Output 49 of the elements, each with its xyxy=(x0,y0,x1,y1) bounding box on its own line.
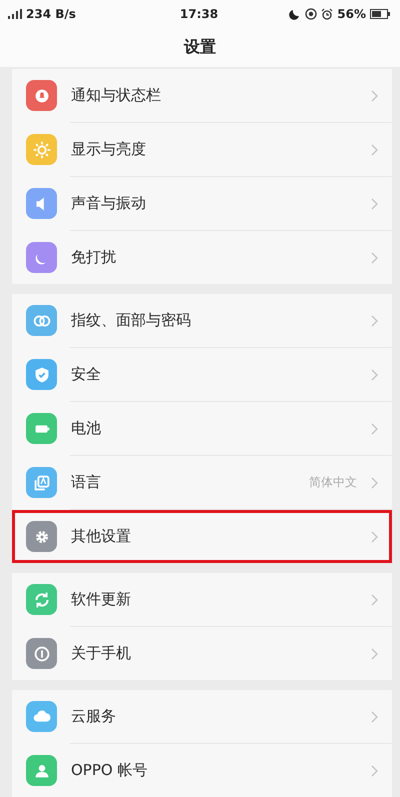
battery-percent: 56% xyxy=(337,6,366,21)
setting-label: 语言 xyxy=(71,473,102,492)
alarm-icon xyxy=(321,8,334,20)
settings-row[interactable]: 声音与振动 xyxy=(12,177,392,230)
signal-icon xyxy=(8,8,22,19)
highlighted-settings-row[interactable]: 其他设置 xyxy=(12,510,392,563)
setting-label: 显示与亮度 xyxy=(71,140,147,159)
clock-time: 17:38 xyxy=(180,6,218,21)
setting-label: 云服务 xyxy=(71,707,117,726)
chevron-icon xyxy=(371,476,378,488)
chevron-icon xyxy=(371,144,378,156)
settings-row[interactable]: 指纹、面部与密码 xyxy=(12,294,392,347)
chevron-icon xyxy=(371,368,378,380)
page-title: 设置 xyxy=(184,36,216,58)
setting-label: 安全 xyxy=(71,365,102,384)
battery-icon xyxy=(370,8,390,19)
setting-label: 免打扰 xyxy=(71,248,117,267)
settings-row[interactable]: 语言 简体中文 xyxy=(12,456,392,509)
settings-row[interactable]: 免打扰 xyxy=(12,231,392,284)
chevron-icon xyxy=(371,198,378,210)
chevron-icon xyxy=(371,530,378,542)
setting-label: OPPO 帐号 xyxy=(71,761,148,780)
chevron-icon xyxy=(371,648,378,660)
chevron-icon xyxy=(371,764,378,776)
network-speed: 234 B/s xyxy=(26,6,76,21)
settings-row[interactable]: 电池 xyxy=(12,402,392,455)
setting-label: 电池 xyxy=(71,419,102,438)
moon-icon xyxy=(289,8,302,20)
chevron-icon xyxy=(371,252,378,264)
settings-row[interactable]: 关于手机 xyxy=(12,627,392,680)
settings-row[interactable]: 通知与状态栏 xyxy=(12,69,392,122)
settings-row[interactable]: 软件更新 xyxy=(12,573,392,626)
setting-label: 声音与振动 xyxy=(71,194,147,213)
setting-label: 软件更新 xyxy=(71,590,132,609)
settings-row[interactable]: 显示与亮度 xyxy=(12,123,392,176)
location-icon xyxy=(305,8,318,20)
setting-label: 指纹、面部与密码 xyxy=(71,311,192,330)
settings-row[interactable]: 云服务 xyxy=(12,690,392,743)
chevron-icon xyxy=(371,710,378,722)
setting-label: 其他设置 xyxy=(71,527,132,546)
chevron-icon xyxy=(371,422,378,434)
setting-value: 简体中文 xyxy=(309,474,357,491)
chevron-icon xyxy=(371,90,378,102)
settings-row[interactable]: 安全 xyxy=(12,348,392,401)
chevron-icon xyxy=(371,594,378,606)
setting-label: 通知与状态栏 xyxy=(71,86,162,105)
settings-row[interactable]: OPPO 帐号 xyxy=(12,744,392,797)
chevron-icon xyxy=(371,314,378,326)
setting-label: 关于手机 xyxy=(71,644,132,663)
